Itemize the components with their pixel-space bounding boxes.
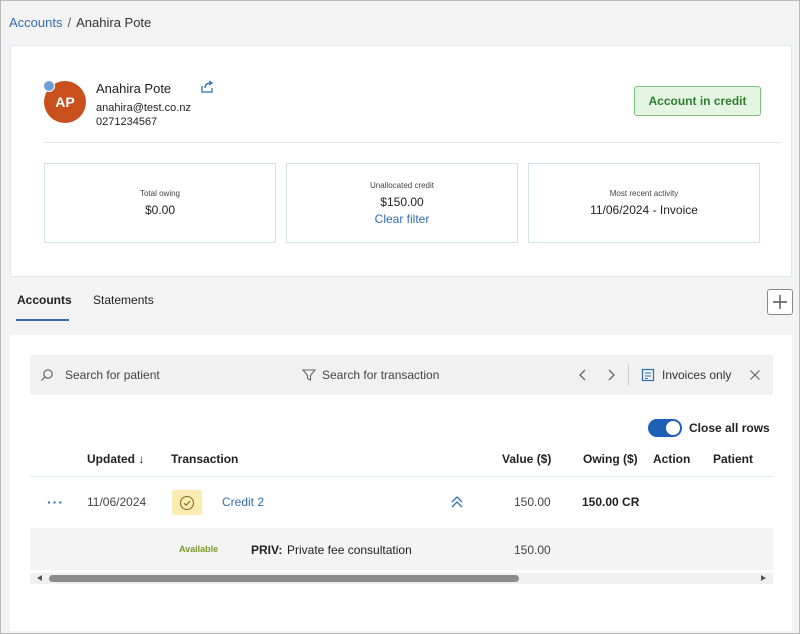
breadcrumb: Accounts / Anahira Pote xyxy=(9,15,151,30)
scroll-left-arrow[interactable] xyxy=(37,575,42,581)
clear-invoices-filter-button[interactable] xyxy=(749,355,761,395)
prev-page-button[interactable] xyxy=(577,355,589,395)
row-owing: 150.00 CR xyxy=(582,495,640,509)
detail-code: PRIV: xyxy=(251,543,283,557)
toggle-knob xyxy=(666,421,680,435)
toggle-switch[interactable] xyxy=(648,419,682,437)
breadcrumb-accounts-link[interactable]: Accounts xyxy=(9,15,62,30)
patient-name: Anahira Pote xyxy=(96,81,172,96)
stat-total-owing: Total owing $0.00 xyxy=(44,163,276,243)
column-updated[interactable]: Updated ↓ xyxy=(87,452,144,466)
stat-label: Total owing xyxy=(139,189,181,198)
close-icon xyxy=(750,370,760,380)
table-row: ··· 11/06/2024 Credit 2 150.00 150.00 CR xyxy=(30,478,773,528)
plus-icon xyxy=(773,295,787,309)
column-transaction: Transaction xyxy=(171,452,239,466)
status-badge: Account in credit xyxy=(634,86,761,116)
stat-unallocated-credit: Unallocated credit $150.00 Clear filter xyxy=(286,163,518,243)
stat-label: Unallocated credit xyxy=(369,180,435,190)
accounts-panel: Search for patient Search for transactio… xyxy=(10,335,792,631)
patient-email: anahira@test.co.nz xyxy=(96,102,191,114)
transaction-search-input[interactable]: Search for transaction xyxy=(322,368,439,382)
row-value: 150.00 xyxy=(514,495,551,509)
active-tab-indicator xyxy=(16,319,69,321)
collapse-row-icon[interactable] xyxy=(450,494,464,510)
add-button[interactable] xyxy=(767,289,793,315)
stat-recent-activity: Most recent activity 11/06/2024 - Invoic… xyxy=(528,163,760,243)
search-icon xyxy=(41,369,53,381)
breadcrumb-separator: / xyxy=(67,15,72,30)
invoices-only-label: Invoices only xyxy=(662,368,732,382)
filter-icon xyxy=(302,369,316,381)
chevron-left-icon xyxy=(579,369,586,381)
clear-filter-link[interactable]: Clear filter xyxy=(375,212,430,226)
column-action: Action xyxy=(653,452,691,466)
tab-statements[interactable]: Statements xyxy=(93,293,154,307)
scroll-right-arrow[interactable] xyxy=(761,575,766,581)
transaction-link[interactable]: Credit 2 xyxy=(222,495,264,509)
toolbar-divider xyxy=(628,364,629,386)
patient-phone: 0271234567 xyxy=(96,116,158,128)
patient-search[interactable]: Search for patient xyxy=(40,355,160,395)
availability-status: Available xyxy=(179,544,219,554)
avatar-status-dot xyxy=(43,80,55,92)
transaction-type-badge xyxy=(172,490,202,515)
stat-value: 11/06/2024 - Invoice xyxy=(590,203,698,217)
share-icon[interactable] xyxy=(199,79,215,95)
patient-summary-card: AP Anahira Pote anahira@test.co.nz 02712… xyxy=(10,45,792,277)
stat-value: $150.00 xyxy=(380,194,424,209)
chevron-right-icon xyxy=(608,369,615,381)
column-patient: Patient xyxy=(713,452,754,466)
search-input[interactable]: Search for patient xyxy=(65,368,160,382)
stat-value: $0.00 xyxy=(144,203,176,217)
filter-toolbar: Search for patient Search for transactio… xyxy=(30,355,773,395)
stat-label: Most recent activity xyxy=(609,189,679,198)
card-divider xyxy=(44,142,782,143)
close-all-rows-toggle[interactable]: Close all rows xyxy=(648,419,770,437)
toggle-label: Close all rows xyxy=(689,421,770,435)
breadcrumb-current: Anahira Pote xyxy=(76,15,152,30)
detail-description: Private fee consultation xyxy=(287,543,412,557)
table-header: Updated ↓ Transaction Value ($) Owing ($… xyxy=(30,447,773,477)
horizontal-scrollbar[interactable] xyxy=(30,573,773,584)
next-page-button[interactable] xyxy=(605,355,617,395)
invoices-only-filter[interactable]: Invoices only xyxy=(641,355,731,395)
column-value: Value ($) xyxy=(502,452,552,466)
row-updated: 11/06/2024 xyxy=(87,495,147,509)
check-circle-icon xyxy=(179,495,195,510)
row-menu-button[interactable]: ··· xyxy=(47,494,64,510)
row-detail: Available PRIV: Private fee consultation… xyxy=(30,528,773,570)
column-owing: Owing ($) xyxy=(583,452,638,466)
detail-value: 150.00 xyxy=(514,543,551,557)
transaction-filter[interactable]: Search for transaction xyxy=(302,355,439,395)
tab-accounts[interactable]: Accounts xyxy=(17,293,72,307)
scrollbar-thumb[interactable] xyxy=(49,575,519,582)
invoice-icon xyxy=(641,368,655,382)
